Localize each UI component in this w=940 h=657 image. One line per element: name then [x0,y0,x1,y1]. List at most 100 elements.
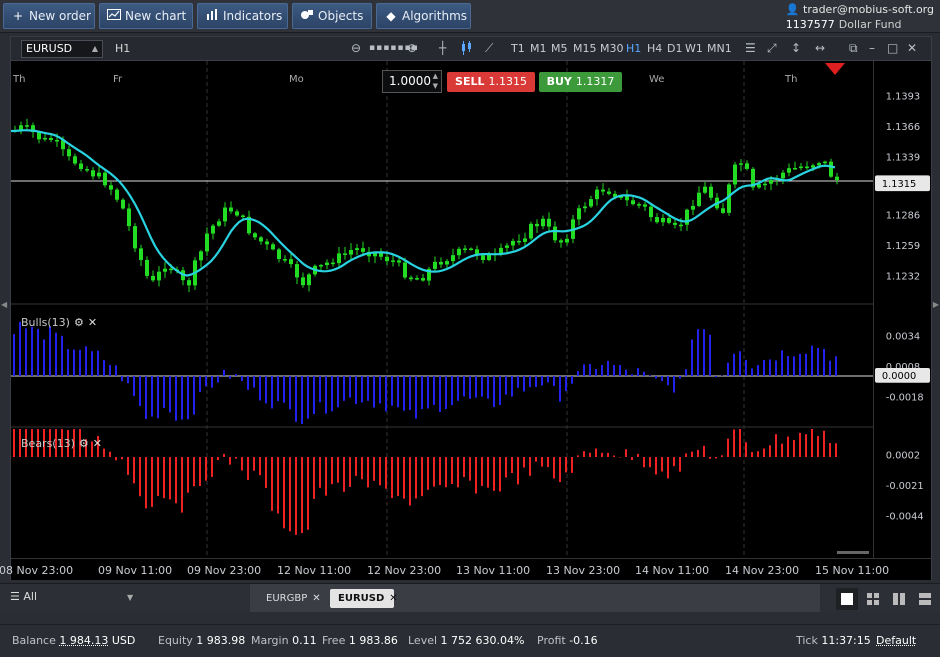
layout-horizontal-button[interactable] [914,588,936,610]
candle-body [577,208,581,220]
stepper-icon: ▲ ▼ [432,72,438,90]
candle-body [397,260,401,263]
candle-body [721,208,725,213]
menu-icon: ☰ [10,590,20,603]
indicators-list-icon[interactable]: ☰ [745,41,756,55]
collapse-right-icon[interactable]: ▶ [933,300,939,309]
layout-grid-button[interactable] [862,588,884,610]
candle-body [373,253,377,257]
price-tick: 1.1259 [886,241,920,252]
candle-body [157,271,161,281]
candle-body [319,265,323,267]
detach-icon[interactable]: ⧉ [849,41,858,56]
indicators-button[interactable]: Indicators [197,3,288,29]
candle-body [595,189,599,200]
day-label: Mo [289,74,304,85]
close-tab-icon[interactable]: ✕ [312,593,320,604]
algorithms-button[interactable]: ◆ Algorithms [376,3,471,29]
bulls-histogram [13,321,837,424]
symbol-filter-select[interactable]: ☰ All ▼ [10,590,133,603]
candle-body [217,221,221,226]
timeframe-m1[interactable]: M1 [530,42,547,55]
close-icon[interactable]: ✕ [907,41,917,55]
candle-body [655,217,659,223]
candle-body [817,163,821,166]
line-type-icon[interactable]: ⟋ [485,41,493,56]
close-indicator-icon[interactable]: ✕ [93,437,102,450]
chart-tabs-bar: ☰ All ▼ EURGBP ✕ EURUSD ✕ [0,583,940,612]
minimize-icon[interactable]: – [869,41,875,55]
candle-body [133,226,137,249]
day-label: We [649,74,665,85]
candle-body [415,278,419,280]
buy-button[interactable]: BUY 1.1317 [539,72,622,92]
timeframe-m30[interactable]: M30 [600,42,624,55]
maximize-icon[interactable]: □ [887,41,898,55]
alert-triangle-icon [825,63,845,75]
candle-body [169,268,173,271]
new-order-button[interactable]: + New order [3,3,95,29]
layout-vertical-button[interactable] [888,588,910,610]
candle-body [121,199,125,209]
layout-single-button[interactable] [836,588,858,610]
candle-body [541,218,545,227]
time-label: 14 Nov 23:00 [725,564,800,577]
tick-mode-select[interactable]: Default [876,634,916,647]
vertical-line-icon[interactable]: ↕ [791,41,801,55]
timeframe-w1[interactable]: W1 [685,42,703,55]
account-status-bar: Balance 1 984.13 USD Equity 1 983.98 Mar… [0,624,940,657]
timeframe-mn1[interactable]: MN1 [707,42,732,55]
tab-eurusd[interactable]: EURUSD ✕ [330,589,398,608]
grid-layout-icon [867,593,879,605]
trendline-icon[interactable]: ⤢ [767,41,777,56]
bears-indicator-label[interactable]: Bears(13) ⚙ ✕ [21,437,102,450]
chart-plot-area[interactable] [11,61,873,558]
candle-body [805,166,809,169]
bulls-indicator-label[interactable]: Bulls(13) ⚙ ✕ [21,316,97,329]
settings-icon[interactable]: ⚙ [79,437,89,450]
bulls-tick: -0.0018 [886,392,924,403]
candle-body [517,240,521,243]
zoom-out-icon[interactable]: ⊖ [351,41,361,55]
time-axis: 08 Nov 23:00 09 Nov 11:00 09 Nov 23:00 12 N… [0,558,931,580]
close-indicator-icon[interactable]: ✕ [88,316,97,329]
candle-body [187,280,191,286]
timeframe-h4[interactable]: H4 [647,42,662,55]
zoom-in-icon[interactable]: ⊕ [407,41,417,55]
timeframe-m15[interactable]: M15 [573,42,597,55]
lot-size-input[interactable]: 1.0000 ▲ ▼ [382,70,442,93]
tab-eurgbp[interactable]: EURGBP ✕ [258,589,325,608]
candle-body [115,189,119,200]
candle-body [349,249,353,255]
objects-button[interactable]: Objects [292,3,372,29]
candle-body [379,253,383,257]
chart-icon [106,4,122,28]
horizontal-line-icon[interactable]: ↔ [815,41,825,55]
candle-body [667,218,671,223]
moving-average-line [11,129,836,277]
symbol-selector[interactable]: EURUSD ▲ [21,40,103,58]
profit: Profit -0.16 [537,634,598,647]
account-info[interactable]: 👤 trader@mobius-soft.org 1137577 Dollar F… [786,2,934,32]
bears-tick: 0.0002 [886,450,920,461]
new-chart-button[interactable]: New chart [99,3,193,29]
timeframe-h1[interactable]: H1 [626,42,641,55]
timeframe-d1[interactable]: D1 [667,42,682,55]
candle-body [607,191,611,194]
settings-icon[interactable]: ⚙ [74,316,84,329]
candle-body [445,261,449,265]
user-icon: 👤 [785,3,800,16]
candle-type-icon[interactable] [461,41,473,58]
sell-button[interactable]: SELL 1.1315 [447,72,535,92]
candle-body [421,278,425,281]
timeframe-t1[interactable]: T1 [511,42,525,55]
bar-type-icon[interactable]: ┼ [439,41,446,55]
candle-body [73,156,77,164]
collapse-left-icon[interactable]: ◀ [1,300,7,309]
candle-body [91,170,95,177]
candle-body [745,163,749,169]
candle-body [325,262,329,266]
equity: Equity 1 983.98 [158,634,246,647]
close-tab-icon[interactable]: ✕ [389,593,397,604]
timeframe-m5[interactable]: M5 [551,42,568,55]
